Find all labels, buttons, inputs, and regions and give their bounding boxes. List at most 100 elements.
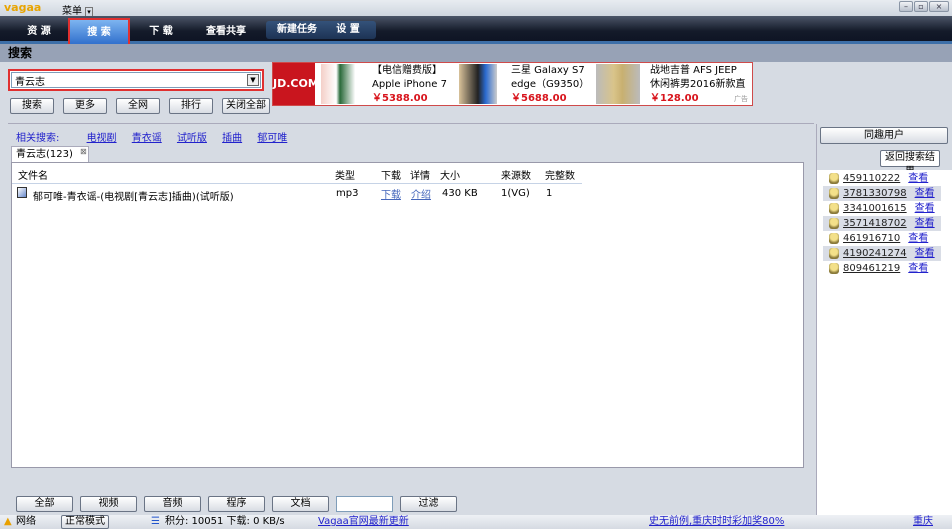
view-user-link[interactable]: 查看 [915,188,935,199]
warning-icon: ▲ [4,516,12,527]
filter-input[interactable] [336,496,393,512]
tab-close-icon[interactable]: ⊠ [80,144,87,160]
ad-line: 休闲裤男2016新款直 [650,79,746,90]
search-button[interactable]: 搜索 [10,98,54,114]
promo-link[interactable]: 史无前例,重庆时时彩加奖80% [649,515,784,529]
nav-group: 新建任务 设 置 [266,21,376,39]
user-id[interactable]: 459110222 [843,173,900,184]
filter-video-button[interactable]: 视频 [80,496,137,512]
col-size[interactable]: 大小 [440,167,460,182]
user-icon [829,263,839,274]
tab-download[interactable]: 下 载 [136,22,186,42]
tab-label: 青云志(123) [16,149,73,160]
result-tab[interactable]: 青云志(123) ⊠ [11,146,89,163]
view-user-link[interactable]: 查看 [908,263,928,274]
ad-price: ￥5688.00 [511,93,567,104]
settings-button[interactable]: 设 置 [328,21,368,41]
user-list: 459110222 查看 3781330798 查看 3341001615 查看 35714… [817,170,952,515]
similar-users-header[interactable]: 同趣用户 [820,127,948,144]
dropdown-arrow-icon[interactable]: ▼ [247,74,259,86]
user-id[interactable]: 461916710 [843,233,900,244]
related-link[interactable]: 插曲 [222,133,242,144]
filter-all-button[interactable]: 全部 [16,496,73,512]
ad-line: 【电信赠费版】 [372,65,442,76]
tab-shared[interactable]: 查看共享 [196,22,256,42]
galaxy-image [459,64,497,104]
ad-item[interactable]: 战地吉普 AFS JEEP 休闲裤男2016新款直 ￥128.00 [650,64,745,106]
tab-resources[interactable]: 资 源 [14,22,64,42]
user-row[interactable]: 809461219 查看 [823,261,941,276]
related-link[interactable]: 电视剧 [87,133,117,144]
user-row[interactable]: 461916710 查看 [823,231,941,246]
ranking-button[interactable]: 排行 [169,98,213,114]
ad-price: ￥128.00 [650,93,699,104]
mode-button[interactable]: 正常模式 [61,515,109,529]
col-type[interactable]: 类型 [335,167,355,182]
user-row[interactable]: 3571418702 查看 [823,216,941,231]
view-user-link[interactable]: 查看 [915,203,935,214]
update-link[interactable]: Vagaa官网最新更新 [318,515,409,529]
col-download[interactable]: 下载 [381,167,401,182]
user-row[interactable]: 3781330798 查看 [823,186,941,201]
user-id[interactable]: 809461219 [843,263,900,274]
status-bar: ▲ 网络 正常模式 ☰ 积分: 10051 下载: 0 KB/s Vagaa官网… [0,515,952,529]
user-row[interactable]: 4190241274 查看 [823,246,941,261]
ad-item[interactable]: 【电信赠费版】 Apple iPhone 7 ￥5388.00 [372,64,447,106]
ad-item[interactable]: 三星 Galaxy S7 edge（G9350） ￥5688.00 [511,64,589,106]
download-link[interactable]: 下载 [381,186,401,201]
view-user-link[interactable]: 查看 [915,248,935,259]
maximize-button[interactable]: ▫ [914,1,928,12]
right-panel: 同趣用户 返回搜索结果 459110222查看3781330798查看33410… [816,124,952,515]
source-count: 1(VG) [501,188,530,199]
search-combobox[interactable]: ▼ [8,69,264,91]
ad-banner[interactable]: JD.COM 【电信赠费版】 Apple iPhone 7 ￥5388.00 三星 … [272,62,753,106]
user-id[interactable]: 3571418702 [843,218,907,229]
table-row[interactable]: 郁可唯-青衣谣-(电视剧[青云志]插曲)(试听版) mp3 下载 介绍 430 … [12,184,803,203]
menu-button[interactable]: 菜单 ▾ [62,2,93,17]
iphone-image [321,64,359,104]
filter-apply-button[interactable]: 过滤 [400,496,457,512]
close-button[interactable]: × [929,1,949,12]
user-icon [829,173,839,184]
more-button[interactable]: 更多 [63,98,107,114]
results-table: 文件名 类型 下载 详情 大小 来源数 完整数 郁可唯-青衣谣-(电视剧[青云志… [11,162,804,468]
user-icon [829,218,839,229]
title-bar: vagaa 菜单 ▾ – ▫ × [0,0,952,17]
filter-audio-button[interactable]: 音频 [144,496,201,512]
list-icon: ☰ [151,516,160,527]
view-user-link[interactable]: 查看 [908,173,928,184]
points-download-status: 积分: 10051 下载: 0 KB/s [165,516,285,527]
user-row[interactable]: 3341001615 查看 [823,201,941,216]
related-link[interactable]: 郁可唯 [257,133,287,144]
user-row[interactable]: 459110222 查看 [823,171,941,186]
back-to-results-button[interactable]: 返回搜索结果 [880,150,940,177]
detail-link[interactable]: 介绍 [411,186,431,201]
col-sources[interactable]: 来源数 [501,167,531,182]
network-status: 网络 [16,516,36,527]
user-id[interactable]: 4190241274 [843,248,907,259]
filter-document-button[interactable]: 文档 [272,496,329,512]
user-id[interactable]: 3781330798 [843,188,907,199]
col-complete[interactable]: 完整数 [545,167,575,182]
col-detail[interactable]: 详情 [410,167,430,182]
minimize-button[interactable]: – [899,1,913,12]
ad-line: 战地吉普 AFS JEEP [650,65,737,76]
file-size: 430 KB [442,188,478,199]
all-web-button[interactable]: 全网 [116,98,160,114]
pants-image [596,64,640,104]
new-task-button[interactable]: 新建任务 [272,21,322,41]
view-user-link[interactable]: 查看 [908,233,928,244]
col-filename[interactable]: 文件名 [18,167,48,182]
status-right-link[interactable]: 重庆 [913,515,933,529]
user-id[interactable]: 3341001615 [843,203,907,214]
ad-line: edge（G9350） [511,79,590,90]
filter-program-button[interactable]: 程序 [208,496,265,512]
app-logo: vagaa [4,1,42,14]
user-icon [829,248,839,259]
view-user-link[interactable]: 查看 [915,218,935,229]
close-all-button[interactable]: 关闭全部 [222,98,270,114]
file-name: 郁可唯-青衣谣-(电视剧[青云志]插曲)(试听版) [33,192,234,203]
related-link[interactable]: 青衣谣 [132,133,162,144]
related-link[interactable]: 试听版 [177,133,207,144]
search-input[interactable] [11,72,261,88]
